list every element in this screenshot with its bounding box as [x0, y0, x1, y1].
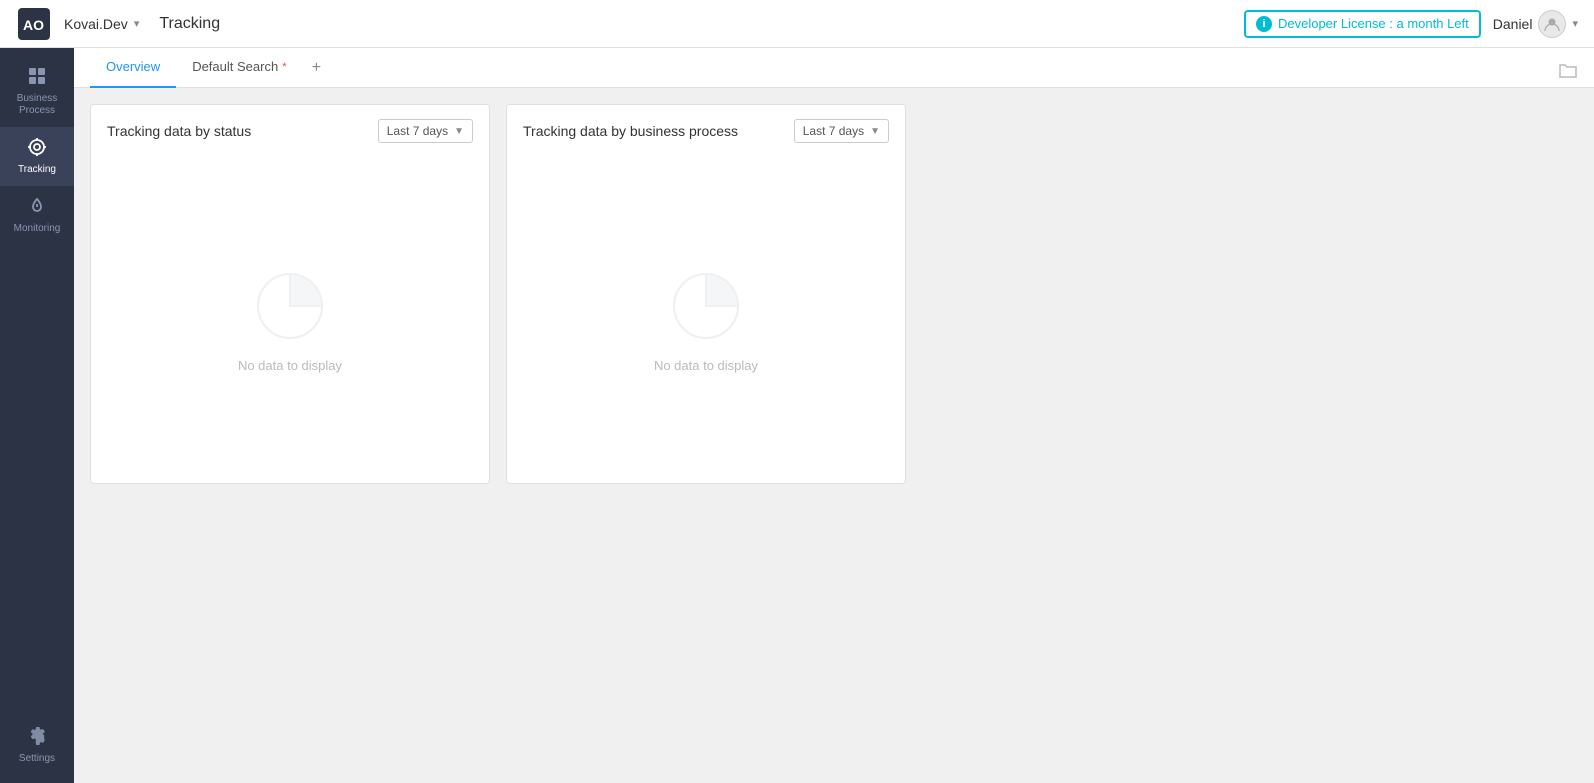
header: AO Kovai.Dev ▾ Tracking i Developer Lice… — [0, 0, 1594, 48]
workspace-selector[interactable]: Kovai.Dev ▾ — [64, 16, 139, 32]
user-name: Daniel — [1493, 16, 1533, 32]
tab-modified-indicator: * — [282, 61, 286, 73]
settings-icon — [27, 726, 47, 749]
grid-icon — [27, 66, 47, 89]
add-tab-button[interactable]: + — [302, 54, 330, 82]
folder-icon[interactable] — [1558, 60, 1578, 86]
sidebar-bottom: Settings — [0, 716, 74, 783]
status-pie-chart — [250, 266, 330, 346]
sidebar-label-monitoring: Monitoring — [14, 223, 61, 235]
business-process-card-body: No data to display — [507, 155, 905, 483]
workspace-name: Kovai.Dev — [64, 16, 128, 32]
business-process-card-title: Tracking data by business process — [523, 123, 738, 139]
tab-default-search-label: Default Search — [192, 59, 278, 74]
business-process-card: Tracking data by business process Last 7… — [506, 104, 906, 484]
user-section[interactable]: Daniel ▾ — [1493, 10, 1578, 38]
status-card: Tracking data by status Last 7 days ▼ — [90, 104, 490, 484]
sidebar-label-settings: Settings — [19, 753, 55, 765]
status-card-title: Tracking data by status — [107, 123, 251, 139]
add-icon: + — [312, 59, 321, 77]
sidebar-item-business-process[interactable]: Business Process — [0, 56, 74, 127]
license-badge[interactable]: i Developer License : a month Left — [1244, 10, 1481, 38]
tab-default-search[interactable]: Default Search * — [176, 48, 302, 88]
bp-no-data-text: No data to display — [654, 358, 758, 373]
status-dropdown-value: Last 7 days — [387, 124, 448, 138]
svg-text:AO: AO — [23, 17, 44, 33]
bp-dropdown-value: Last 7 days — [803, 124, 864, 138]
sidebar-item-monitoring[interactable]: Monitoring — [0, 186, 74, 245]
tab-overview[interactable]: Overview — [90, 48, 176, 88]
page-title: Tracking — [159, 15, 220, 33]
status-card-body: No data to display — [91, 155, 489, 483]
user-chevron: ▾ — [1572, 17, 1578, 30]
info-icon: i — [1256, 16, 1272, 32]
content-area: Overview Default Search * + Tracking dat… — [74, 48, 1594, 783]
monitoring-icon — [27, 196, 47, 219]
business-process-card-header: Tracking data by business process Last 7… — [507, 105, 905, 155]
header-right: i Developer License : a month Left Danie… — [1244, 10, 1578, 38]
bp-pie-chart — [666, 266, 746, 346]
tabs-bar: Overview Default Search * + — [74, 48, 1594, 88]
sidebar-item-tracking[interactable]: Tracking — [0, 127, 74, 186]
avatar — [1538, 10, 1566, 38]
status-card-header: Tracking data by status Last 7 days ▼ — [91, 105, 489, 155]
tab-overview-label: Overview — [106, 59, 160, 74]
sidebar-item-settings[interactable]: Settings — [0, 716, 74, 775]
main-layout: Business Process Tracking — [0, 48, 1594, 783]
sidebar: Business Process Tracking — [0, 48, 74, 783]
status-no-data-text: No data to display — [238, 358, 342, 373]
status-dropdown-chevron: ▼ — [454, 126, 464, 137]
sidebar-label-tracking: Tracking — [18, 164, 56, 176]
status-card-dropdown[interactable]: Last 7 days ▼ — [378, 119, 473, 143]
app-logo[interactable]: AO — [16, 6, 52, 42]
cards-container: Tracking data by status Last 7 days ▼ — [74, 88, 1594, 783]
workspace-chevron: ▾ — [134, 17, 140, 30]
sidebar-label-business-process: Business Process — [8, 93, 66, 117]
business-process-card-dropdown[interactable]: Last 7 days ▼ — [794, 119, 889, 143]
tracking-icon — [27, 137, 47, 160]
license-text: Developer License : a month Left — [1278, 16, 1469, 31]
bp-dropdown-chevron: ▼ — [870, 126, 880, 137]
